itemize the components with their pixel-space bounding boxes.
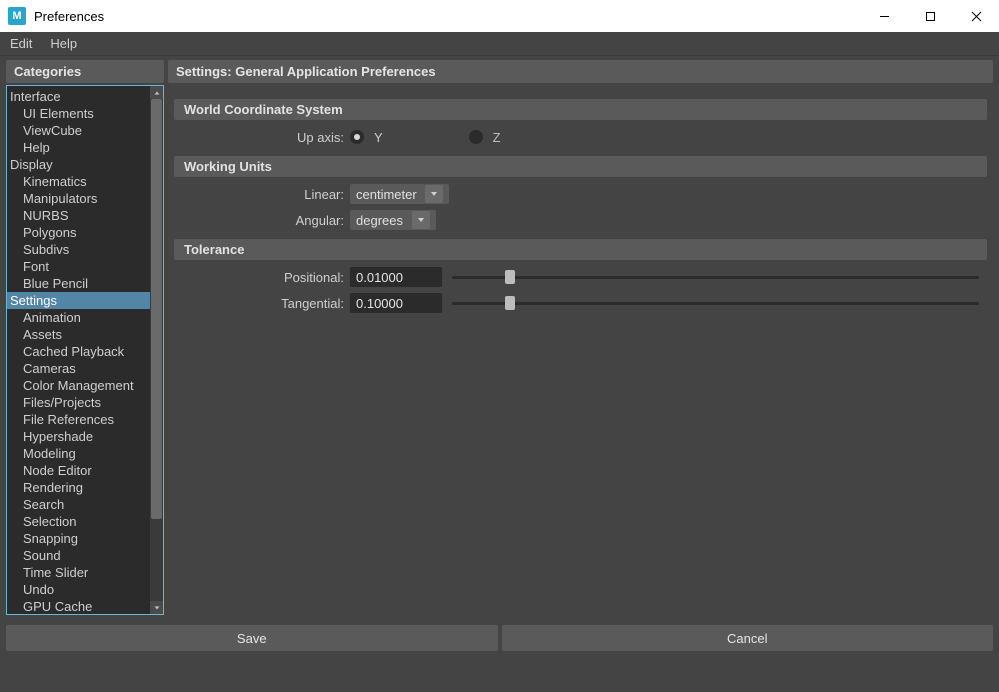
tree-item-cached-playback[interactable]: Cached Playback: [7, 343, 150, 360]
tree-item-cameras[interactable]: Cameras: [7, 360, 150, 377]
linear-label: Linear:: [174, 187, 344, 202]
angular-dropdown[interactable]: degrees: [350, 210, 436, 230]
settings-panel: World Coordinate System Up axis: Y Z Wor…: [168, 85, 993, 615]
menubar: Edit Help: [0, 32, 999, 56]
tree-category-settings[interactable]: Settings: [7, 292, 150, 309]
main: InterfaceUI ElementsViewCubeHelpDisplayK…: [0, 83, 999, 619]
maximize-button[interactable]: [907, 0, 953, 32]
tree-item-modeling[interactable]: Modeling: [7, 445, 150, 462]
tree-item-time-slider[interactable]: Time Slider: [7, 564, 150, 581]
radio-y[interactable]: [350, 130, 364, 144]
tree-item-color-management[interactable]: Color Management: [7, 377, 150, 394]
menu-edit[interactable]: Edit: [10, 36, 32, 51]
close-button[interactable]: [953, 0, 999, 32]
tree-item-help[interactable]: Help: [7, 139, 150, 156]
row-up-axis: Up axis: Y Z: [174, 124, 987, 150]
radio-z[interactable]: [469, 130, 483, 144]
app-icon: M: [8, 7, 26, 25]
tree-item-blue-pencil[interactable]: Blue Pencil: [7, 275, 150, 292]
tree-item-hypershade[interactable]: Hypershade: [7, 428, 150, 445]
section-tolerance: Tolerance: [174, 239, 987, 260]
tangential-label: Tangential:: [174, 296, 344, 311]
save-button[interactable]: Save: [6, 625, 498, 651]
window-title: Preferences: [34, 9, 104, 24]
tree-category-display[interactable]: Display: [7, 156, 150, 173]
up-axis-label: Up axis:: [174, 130, 344, 145]
row-linear: Linear: centimeter: [174, 181, 987, 207]
angular-value: degrees: [356, 213, 403, 228]
scroll-up-icon[interactable]: [150, 86, 163, 99]
sidebar-scrollbar[interactable]: [150, 86, 163, 614]
tree-item-assets[interactable]: Assets: [7, 326, 150, 343]
positional-label: Positional:: [174, 270, 344, 285]
header-row: Categories Settings: General Application…: [0, 56, 999, 83]
tree-item-undo[interactable]: Undo: [7, 581, 150, 598]
tree-item-search[interactable]: Search: [7, 496, 150, 513]
tree-item-rendering[interactable]: Rendering: [7, 479, 150, 496]
sidebar-wrap: InterfaceUI ElementsViewCubeHelpDisplayK…: [6, 85, 164, 615]
minimize-button[interactable]: [861, 0, 907, 32]
tree-item-selection[interactable]: Selection: [7, 513, 150, 530]
footer: Save Cancel: [0, 619, 999, 657]
section-world-coordinate: World Coordinate System: [174, 99, 987, 120]
tree-item-animation[interactable]: Animation: [7, 309, 150, 326]
positional-input[interactable]: 0.01000: [350, 267, 442, 287]
panel-header: Settings: General Application Preference…: [168, 60, 993, 83]
tree-item-kinematics[interactable]: Kinematics: [7, 173, 150, 190]
row-angular: Angular: degrees: [174, 207, 987, 233]
section-working-units: Working Units: [174, 156, 987, 177]
tree-item-files-projects[interactable]: Files/Projects: [7, 394, 150, 411]
scroll-down-icon[interactable]: [150, 601, 163, 614]
tree-item-polygons[interactable]: Polygons: [7, 224, 150, 241]
titlebar: M Preferences: [0, 0, 999, 32]
radio-z-label: Z: [493, 130, 501, 145]
tree-item-file-references[interactable]: File References: [7, 411, 150, 428]
linear-value: centimeter: [356, 187, 417, 202]
scroll-thumb[interactable]: [151, 99, 162, 519]
tree-item-sound[interactable]: Sound: [7, 547, 150, 564]
row-positional: Positional: 0.01000: [174, 264, 987, 290]
tree-item-ui-elements[interactable]: UI Elements: [7, 105, 150, 122]
tree-item-font[interactable]: Font: [7, 258, 150, 275]
tree-item-viewcube[interactable]: ViewCube: [7, 122, 150, 139]
chevron-down-icon: [412, 211, 430, 229]
categories-tree: InterfaceUI ElementsViewCubeHelpDisplayK…: [6, 85, 164, 615]
row-tangential: Tangential: 0.10000: [174, 290, 987, 316]
tree-item-subdivs[interactable]: Subdivs: [7, 241, 150, 258]
tree-item-node-editor[interactable]: Node Editor: [7, 462, 150, 479]
tangential-input[interactable]: 0.10000: [350, 293, 442, 313]
cancel-button[interactable]: Cancel: [502, 625, 994, 651]
tree-item-gpu-cache[interactable]: GPU Cache: [7, 598, 150, 614]
positional-slider[interactable]: [452, 267, 979, 287]
tangential-slider[interactable]: [452, 293, 979, 313]
tree-item-manipulators[interactable]: Manipulators: [7, 190, 150, 207]
categories-header: Categories: [6, 60, 164, 83]
tree-category-interface[interactable]: Interface: [7, 88, 150, 105]
window-controls: [861, 0, 999, 32]
menu-help[interactable]: Help: [50, 36, 77, 51]
angular-label: Angular:: [174, 213, 344, 228]
tree-item-snapping[interactable]: Snapping: [7, 530, 150, 547]
tree-item-nurbs[interactable]: NURBS: [7, 207, 150, 224]
radio-y-label: Y: [374, 130, 383, 145]
linear-dropdown[interactable]: centimeter: [350, 184, 449, 204]
chevron-down-icon: [425, 185, 443, 203]
